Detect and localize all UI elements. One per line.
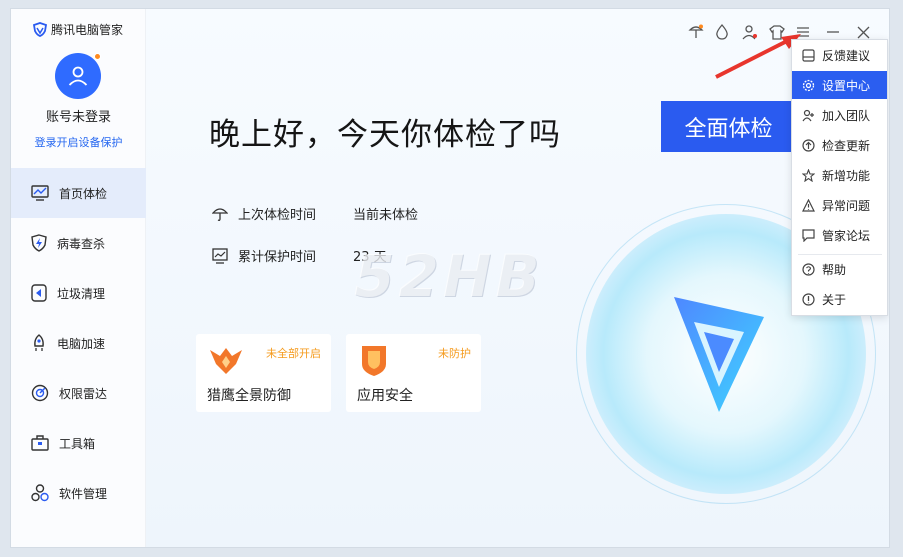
app-security-card[interactable]: 未防护 应用安全 [346,334,481,412]
menu-item-label: 管家论坛 [822,228,871,243]
add-user-icon [802,109,814,121]
menu-item-help[interactable]: 帮助 [792,255,887,283]
sidebar-item-label: 病毒查杀 [57,236,106,251]
shield-logo-icon [674,297,764,412]
chart-screen-icon [212,247,228,264]
sidebar-item-label: 首页体检 [59,186,108,201]
sidebar-item-label: 垃圾清理 [57,286,106,301]
update-icon [802,138,815,152]
login-link[interactable]: 登录开启设备保护 [11,134,146,150]
last-check-row: 上次体检时间 当前未体检 [212,204,418,223]
menu-item-label: 设置中心 [822,78,871,93]
warning-icon [802,198,815,212]
tree-icon [688,24,704,38]
skill-tree-button[interactable] [686,22,706,42]
last-check-label: 上次体检时间 [238,208,317,223]
sidebar-item-software-manager[interactable]: 软件管理 [11,468,146,518]
shield-bolt-icon [31,234,47,252]
main-panel: 晚上好，今天你体检了吗 全面体检 上次体检时间 当前未体检 累计保护时间 23 … [146,9,889,547]
app-brand: 腾讯电脑管家 [33,21,123,38]
menu-item-label: 新增功能 [822,168,871,183]
protect-time-label: 累计保护时间 [238,250,317,265]
rocket-icon [34,334,44,351]
sidebar-item-home-checkup[interactable]: 首页体检 [11,168,146,218]
sidebar-item-virus-scan[interactable]: 病毒查杀 [11,218,146,268]
user-icon [68,66,88,86]
menu-item-label: 帮助 [822,262,847,277]
sidebar-item-junk-clean[interactable]: 垃圾清理 [11,268,146,318]
menu-item-join-team[interactable]: 加入团队 [792,101,887,129]
apps-icon [31,484,49,502]
monitor-icon [31,185,49,201]
main-menu-dropdown: 反馈建议 设置中心 加入团队 检查更新 新增功能 异常问题 管家论坛 帮助 关于 [791,39,888,316]
sidebar-item-label: 软件管理 [59,486,108,501]
menu-item-about[interactable]: 关于 [792,285,887,313]
settings-icon [802,79,815,91]
watermark: 52HB [354,242,544,310]
greeting-text: 晚上好，今天你体检了吗 [209,117,561,153]
menu-item-label: 反馈建议 [822,48,871,63]
account-name: 账号未登录 [45,110,111,125]
info-icon [802,292,815,306]
feedback-icon [802,48,815,62]
sidebar-item-label: 工具箱 [59,436,96,451]
avatar[interactable] [55,53,101,99]
star-icon [802,168,815,182]
menu-item-issues[interactable]: 异常问题 [792,191,887,219]
umbrella-icon [212,207,228,221]
status-badge: 未全部开启 [266,347,321,360]
status-badge: 未防护 [438,347,471,360]
app-shield-icon [362,346,386,376]
card-title: 应用安全 [357,388,413,404]
app-logo-icon [33,22,47,37]
menu-item-new-features[interactable]: 新增功能 [792,161,887,189]
sidebar-item-label: 权限雷达 [59,386,108,401]
menu-item-label: 异常问题 [822,198,871,213]
menu-item-label: 检查更新 [822,138,871,153]
sidebar-item-label: 电脑加速 [57,336,106,351]
sidebar-item-speed-up[interactable]: 电脑加速 [11,318,146,368]
menu-item-settings[interactable]: 设置中心 [792,71,887,99]
forum-icon [802,228,815,242]
menu-item-label: 加入团队 [822,108,871,123]
sidebar-item-toolbox[interactable]: 工具箱 [11,418,146,468]
app-title: 腾讯电脑管家 [51,23,124,37]
minimize-icon [827,31,839,33]
menu-item-label: 关于 [822,292,847,307]
card-title: 猎鹰全景防御 [207,388,291,404]
app-window: 腾讯电脑管家 账号未登录 登录开启设备保护 首页体检 病毒查杀 垃圾清理 电脑加… [10,8,890,548]
radar-icon [31,384,49,402]
help-icon [802,262,815,276]
menu-item-forum[interactable]: 管家论坛 [792,221,887,249]
menu-item-check-update[interactable]: 检查更新 [792,131,887,159]
broom-icon [31,284,47,302]
last-check-value: 当前未体检 [353,208,419,223]
sidebar-item-permission-radar[interactable]: 权限雷达 [11,368,146,418]
falcon-defense-card[interactable]: 未全部开启 猎鹰全景防御 [196,334,331,412]
full-checkup-button[interactable]: 全面体检 [661,101,796,152]
close-icon [857,26,869,38]
falcon-icon [210,348,242,374]
sidebar: 腾讯电脑管家 账号未登录 登录开启设备保护 首页体检 病毒查杀 垃圾清理 电脑加… [11,9,146,547]
sidebar-nav: 首页体检 病毒查杀 垃圾清理 电脑加速 权限雷达 工具箱 软件管理 [11,168,146,518]
toolbox-icon [31,435,49,451]
notification-dot [94,53,101,60]
menu-item-feedback[interactable]: 反馈建议 [792,41,887,69]
